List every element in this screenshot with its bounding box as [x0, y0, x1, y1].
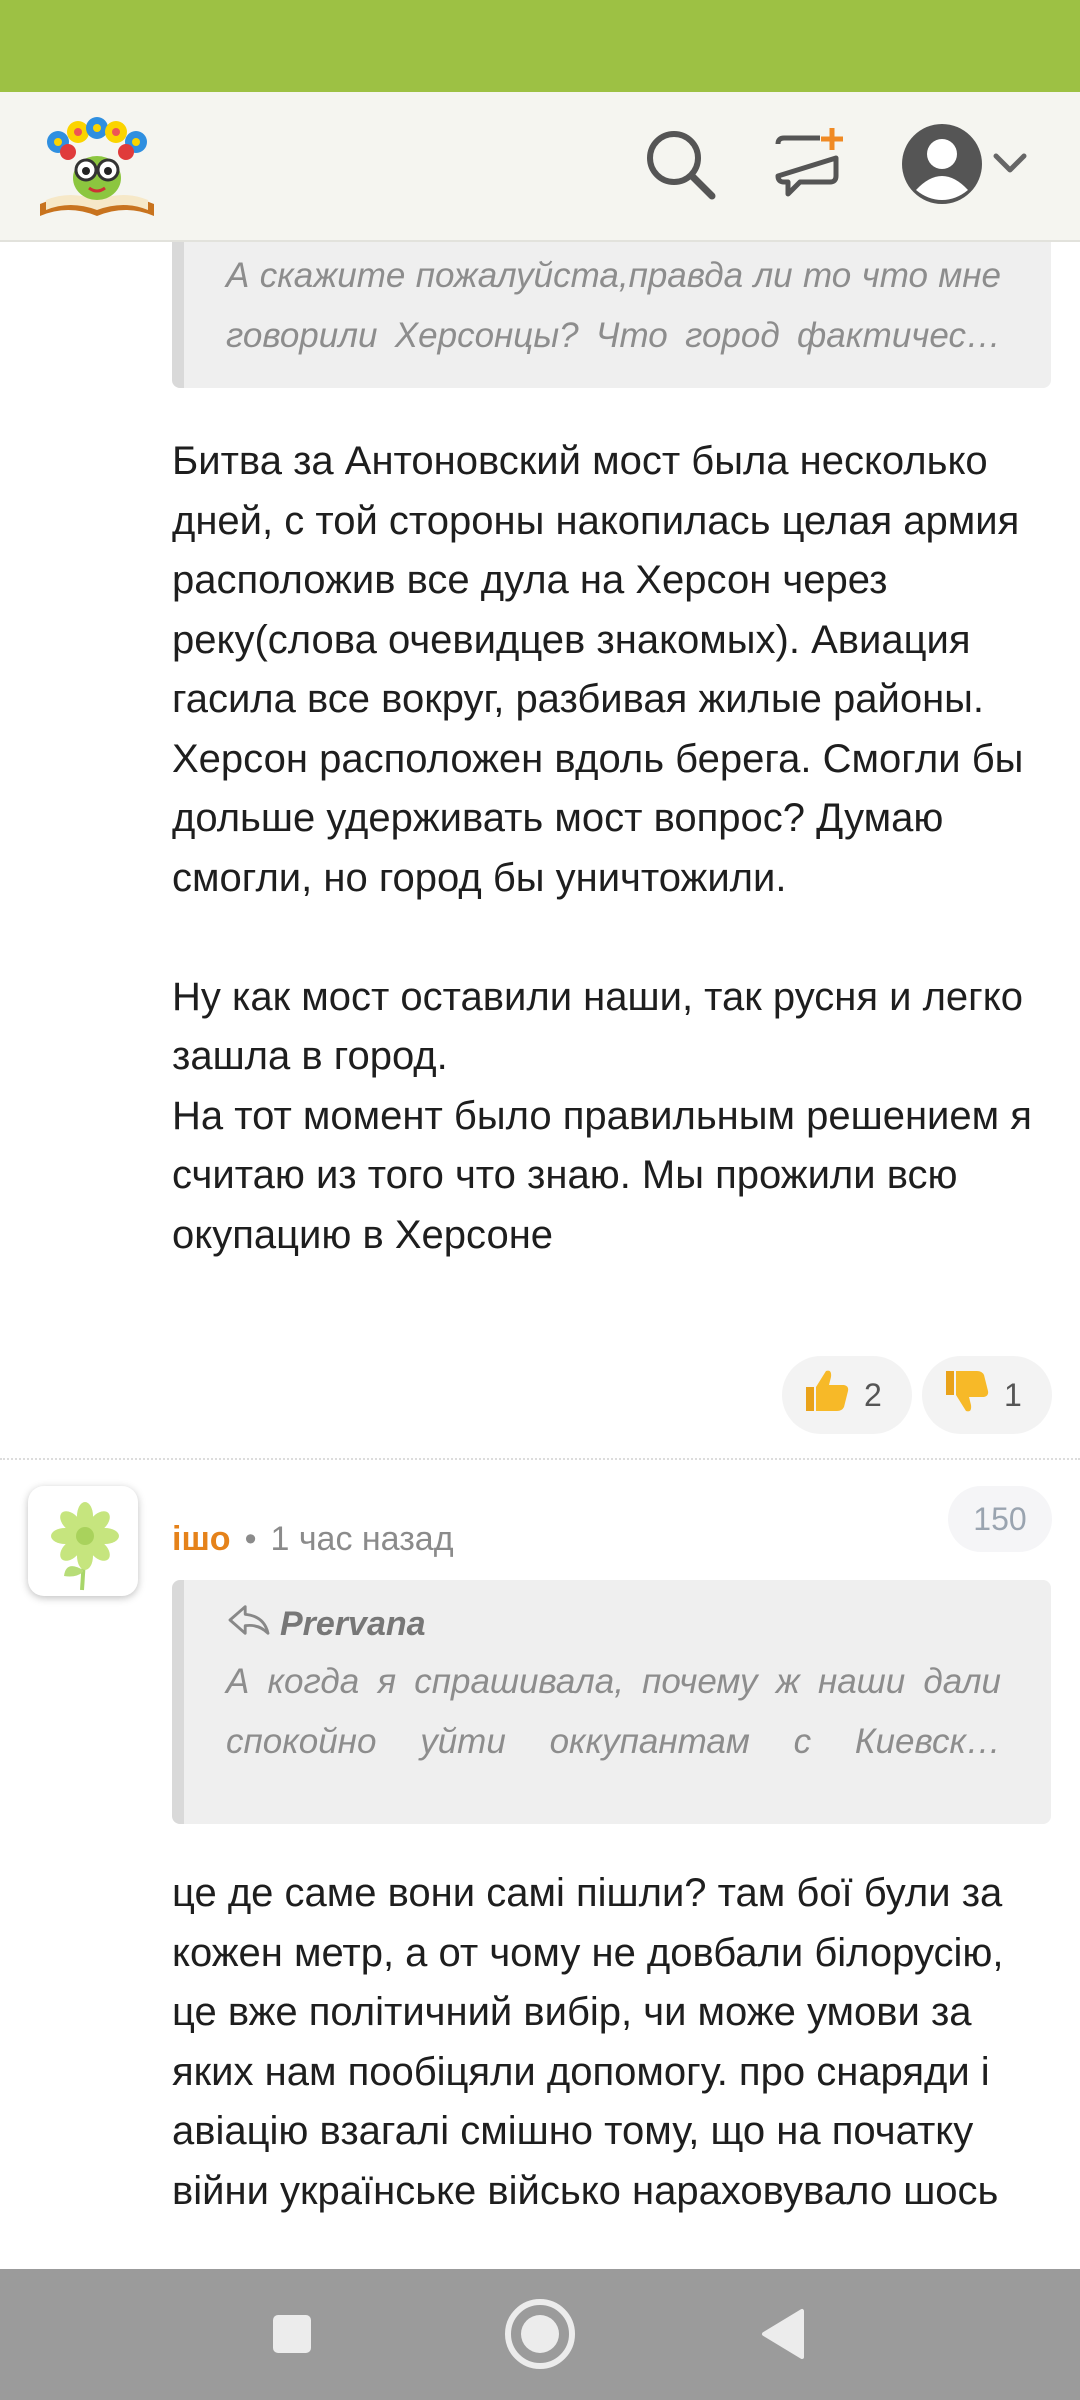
like-count: 2 — [864, 1376, 882, 1413]
reply-arrow-icon — [226, 1601, 272, 1648]
user-avatar-icon[interactable] — [900, 122, 984, 206]
home-circle-icon[interactable] — [502, 2296, 578, 2372]
comment-paragraph: На тот момент было правильным решением я… — [172, 1093, 1032, 1257]
quote-text: А скажите пожалуйста,правда ли то что мн… — [226, 256, 1001, 355]
comment-meta: ішо • 1 час назад — [172, 1520, 454, 1559]
comment-paragraph: Битва за Антоновский мост была несколько… — [172, 439, 1024, 900]
thumbs-up-icon — [800, 1365, 852, 1425]
quote-author-name: Prervana — [280, 1604, 426, 1643]
new-post-icon[interactable] — [770, 124, 850, 204]
comment-body: це де саме вони самі пішли? там бої були… — [172, 1864, 1052, 2221]
thumbs-down-icon — [940, 1365, 992, 1425]
chevron-down-icon[interactable] — [990, 144, 1030, 184]
quoted-comment[interactable]: Prervana А когда я спрашивала, почему ж … — [172, 1580, 1051, 1824]
back-triangle-icon[interactable] — [750, 2299, 820, 2369]
comment-paragraph: це де саме вони самі пішли? там бої були… — [172, 1871, 1004, 2213]
quoted-comment[interactable]: А скажите пожалуйста,правда ли то что мн… — [172, 242, 1051, 388]
quote-author[interactable]: Prervana — [226, 1596, 1001, 1652]
status-bar — [0, 0, 1080, 92]
dislike-count: 1 — [1004, 1376, 1022, 1413]
author-name[interactable]: ішо — [172, 1520, 231, 1559]
comment-paragraph: Ну как мост оставили наши, так русня и л… — [172, 974, 1023, 1079]
comment-spacer — [172, 908, 1052, 968]
like-button[interactable]: 2 — [782, 1356, 912, 1434]
meta-separator: • — [244, 1520, 257, 1558]
site-logo[interactable] — [34, 112, 160, 224]
author-avatar[interactable] — [28, 1486, 138, 1596]
author-rating-badge: 150 — [948, 1486, 1052, 1552]
search-icon[interactable] — [640, 124, 720, 204]
dislike-button[interactable]: 1 — [922, 1356, 1052, 1434]
system-nav-bar — [0, 2269, 1080, 2400]
comment-body: Битва за Антоновский мост была несколько… — [172, 432, 1052, 1265]
quote-text: А когда я спрашивала, почему ж наши дали… — [226, 1662, 1001, 1761]
comment-divider — [0, 1458, 1080, 1460]
comment-time: 1 час назад — [270, 1520, 454, 1558]
comments-feed: А скажите пожалуйста,правда ли то что мн… — [0, 242, 1080, 2269]
recents-square-icon[interactable] — [257, 2299, 327, 2369]
app-header — [0, 92, 1080, 242]
